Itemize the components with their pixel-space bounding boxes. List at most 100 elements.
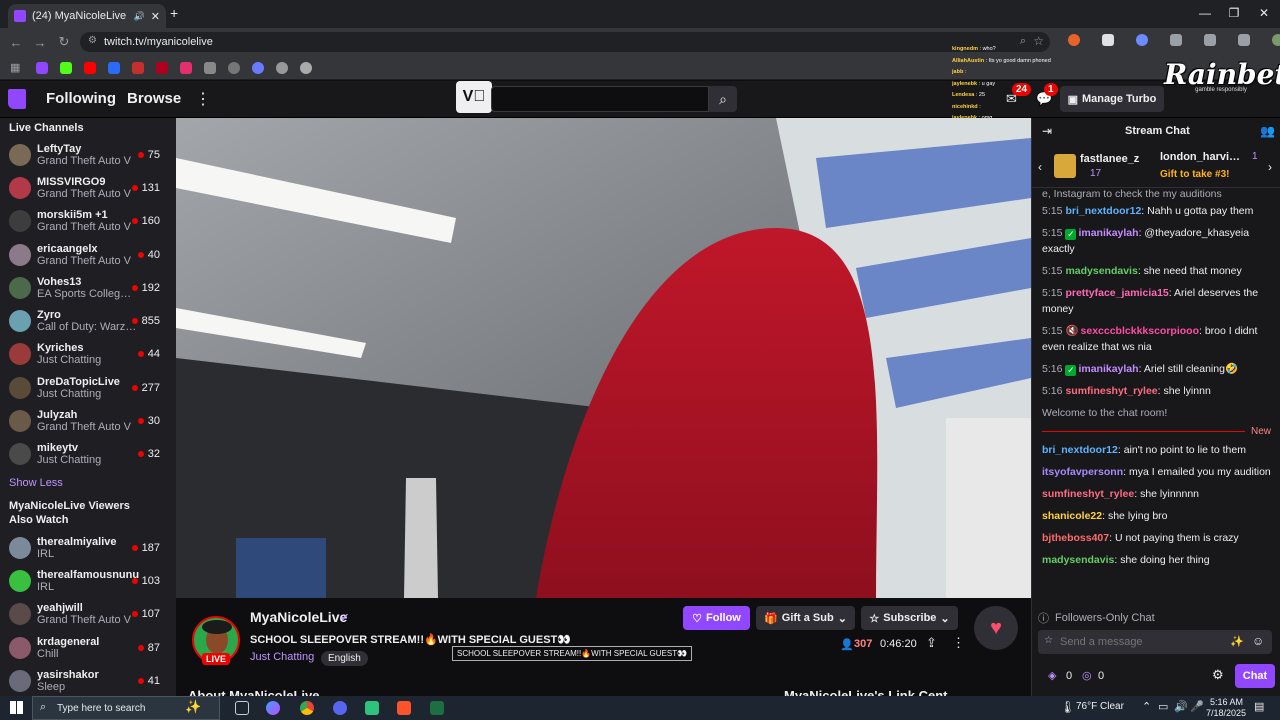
copilot-icon[interactable] <box>266 701 280 715</box>
extension-icon-2[interactable] <box>1102 34 1114 46</box>
weather-text[interactable]: 76°F Clear <box>1076 701 1124 712</box>
show-less-link[interactable]: Show Less <box>0 471 176 495</box>
emote-picker-icon[interactable]: ☺ <box>1252 634 1264 648</box>
bookmark-youtube-icon[interactable] <box>84 61 97 74</box>
video-player[interactable] <box>176 118 1031 598</box>
url-field[interactable]: ⚙ twitch.tv/myanicolelive ⌕ ☆ <box>80 32 1050 52</box>
minimize-icon[interactable]: — <box>1195 6 1215 20</box>
reload-icon[interactable]: ↻ <box>52 34 76 50</box>
app-green-icon[interactable] <box>365 701 379 715</box>
sidebar-channel-item[interactable]: mikeytv Just Chatting 32 <box>0 438 176 471</box>
network-icon[interactable]: ▭ <box>1158 700 1168 713</box>
sidebar-channel-item[interactable]: Kyriches Just Chatting 44 <box>0 338 176 371</box>
follow-button[interactable]: ♡ Follow <box>683 606 750 630</box>
category-link[interactable]: Just Chatting <box>250 651 314 663</box>
sidebar-channel-item[interactable]: therealfamousnunu IRL 103 <box>0 564 176 597</box>
sparkle-icon[interactable]: ✨ <box>1230 635 1244 648</box>
bookmark-shield-icon[interactable] <box>108 61 121 74</box>
channel-name[interactable]: MyaNicoleLive <box>250 609 347 625</box>
new-tab-icon[interactable]: + <box>170 5 178 21</box>
bookmark-blue-icon[interactable] <box>252 61 265 74</box>
excel-icon[interactable] <box>430 701 444 715</box>
discord-icon[interactable] <box>333 701 347 715</box>
window-close-icon[interactable]: ✕ <box>1254 6 1274 20</box>
nav-browse[interactable]: Browse <box>127 90 181 107</box>
sidebar-channel-item[interactable]: Vohes13 EA Sports Colleg… 192 <box>0 271 176 304</box>
apps-grid-icon[interactable]: ▦ <box>10 61 20 74</box>
sidepanel-icon[interactable] <box>1204 34 1216 46</box>
twitch-logo-icon[interactable] <box>8 89 26 109</box>
chat-username[interactable]: bri_nextdoor12 <box>1065 205 1141 217</box>
chat-username[interactable]: prettyface_jamicia15 <box>1065 287 1168 299</box>
top-gifter-1[interactable]: fastlanee_z <box>1080 153 1139 165</box>
notification-center-icon[interactable]: ▤ <box>1254 700 1264 713</box>
search-input[interactable] <box>491 86 709 112</box>
back-icon[interactable]: ← <box>4 35 28 50</box>
chat-input[interactable]: ☆ ✨ ☺ <box>1038 630 1272 654</box>
tab-close-icon[interactable]: ✕ <box>151 10 160 23</box>
chat-send-button[interactable]: Chat <box>1235 664 1275 688</box>
browser-tab-active[interactable]: (24) MyaNicoleLive - Twitch 🔊 ✕ <box>8 4 166 28</box>
chat-username[interactable]: imanikaylah <box>1078 363 1138 375</box>
chat-username[interactable]: shanicole22 <box>1042 510 1102 522</box>
clock-date[interactable]: 7/18/2025 <box>1206 708 1246 718</box>
bookmark-red2-icon[interactable] <box>156 61 169 74</box>
leaderboard-next-icon[interactable]: › <box>1268 160 1272 174</box>
tray-chevron-icon[interactable]: ⌃ <box>1142 700 1151 713</box>
extension-icon-1[interactable] <box>1068 34 1080 46</box>
puzzle-icon[interactable] <box>1170 34 1182 46</box>
more-menu-icon[interactable]: ⋮ <box>195 89 211 109</box>
sidebar-channel-item[interactable]: therealmiyalive IRL 187 <box>0 531 176 564</box>
bookmark-ship-icon[interactable] <box>204 61 217 74</box>
more-options-icon[interactable]: ⋮ <box>952 635 965 651</box>
profile-avatar-icon[interactable] <box>1272 34 1280 46</box>
brave-icon[interactable] <box>397 701 411 715</box>
sidebar-channel-item[interactable]: morskii5m +1 Grand Theft Auto V 160 <box>0 205 176 238</box>
bookmark-globe2-icon[interactable] <box>276 61 289 74</box>
other-points-icon[interactable]: ◎ <box>1082 669 1092 682</box>
mic-icon[interactable]: 🎤 <box>1190 700 1204 713</box>
windows-start-icon[interactable] <box>10 701 23 714</box>
chat-emote-badge-icon[interactable]: ☆ <box>1044 635 1053 646</box>
chat-users-icon[interactable]: 👥 <box>1260 124 1275 138</box>
bookmark-globe-icon[interactable] <box>228 61 241 74</box>
sidebar-channel-item[interactable]: yeahjwill Grand Theft Auto V 107 <box>0 598 176 631</box>
sidebar-channel-item[interactable]: MISSVIRGO9 Grand Theft Auto V 131 <box>0 171 176 204</box>
chat-settings-icon[interactable]: ⚙ <box>1212 667 1224 683</box>
chat-username[interactable]: madysendavis <box>1065 265 1137 277</box>
channel-points-icon[interactable]: ◈ <box>1048 669 1056 682</box>
chat-username[interactable]: sumfineshyt_rylee <box>1042 488 1134 500</box>
taskbar-search[interactable]: ⌕ Type here to search ✨ <box>32 696 220 720</box>
chat-username[interactable]: sexcccblckkkscorpiooo <box>1081 325 1199 337</box>
sidebar-channel-item[interactable]: LeftyTay Grand Theft Auto V 75 <box>0 138 176 171</box>
bookmark-globe3-icon[interactable] <box>300 61 313 74</box>
extension-icon-3[interactable] <box>1136 34 1148 46</box>
chat-username[interactable]: bjtheboss407 <box>1042 532 1109 544</box>
search-button[interactable]: ⌕ <box>709 86 737 112</box>
gift-cta[interactable]: Gift to take #3! <box>1160 169 1229 180</box>
sidebar-channel-item[interactable]: Julyzah Grand Theft Auto V 30 <box>0 404 176 437</box>
gift-sub-button[interactable]: 🎁 Gift a Sub ⌄ <box>756 606 855 630</box>
share-icon[interactable]: ⇪ <box>926 635 937 651</box>
manage-turbo-button[interactable]: ▣ Manage Turbo <box>1060 86 1164 112</box>
clock-time[interactable]: 5:16 AM <box>1210 697 1243 707</box>
leaderboard-prev-icon[interactable]: ‹ <box>1038 160 1042 174</box>
sidebar-channel-item[interactable]: yasirshakor Sleep 41 <box>0 664 176 696</box>
subscribe-button[interactable]: ☆ Subscribe ⌄ <box>861 606 958 630</box>
volume-icon[interactable]: 🔊 <box>1174 700 1188 713</box>
language-tag[interactable]: English <box>321 651 368 666</box>
chat-username[interactable]: bri_nextdoor12 <box>1042 444 1118 456</box>
chat-username[interactable]: madysendavis <box>1042 554 1114 566</box>
restore-icon[interactable]: ❐ <box>1224 6 1244 20</box>
chrome-icon[interactable] <box>300 701 314 715</box>
site-info-icon[interactable]: ⚙ <box>88 35 97 46</box>
bookmark-kick-icon[interactable] <box>60 61 73 74</box>
collapse-chat-icon[interactable]: ⇥ <box>1042 124 1052 138</box>
bookmark-instagram-icon[interactable] <box>180 61 193 74</box>
chat-username[interactable]: itsyofavpersonn <box>1042 466 1123 478</box>
sidebar-channel-item[interactable]: Zyro Call of Duty: Warz… 855 <box>0 304 176 337</box>
menu-lines-icon[interactable] <box>1238 34 1250 46</box>
sidebar-channel-item[interactable]: krdageneral Chill 87 <box>0 631 176 664</box>
hype-heart-button[interactable]: ♥ <box>974 606 1018 650</box>
bookmark-twitch-icon[interactable] <box>36 61 49 74</box>
